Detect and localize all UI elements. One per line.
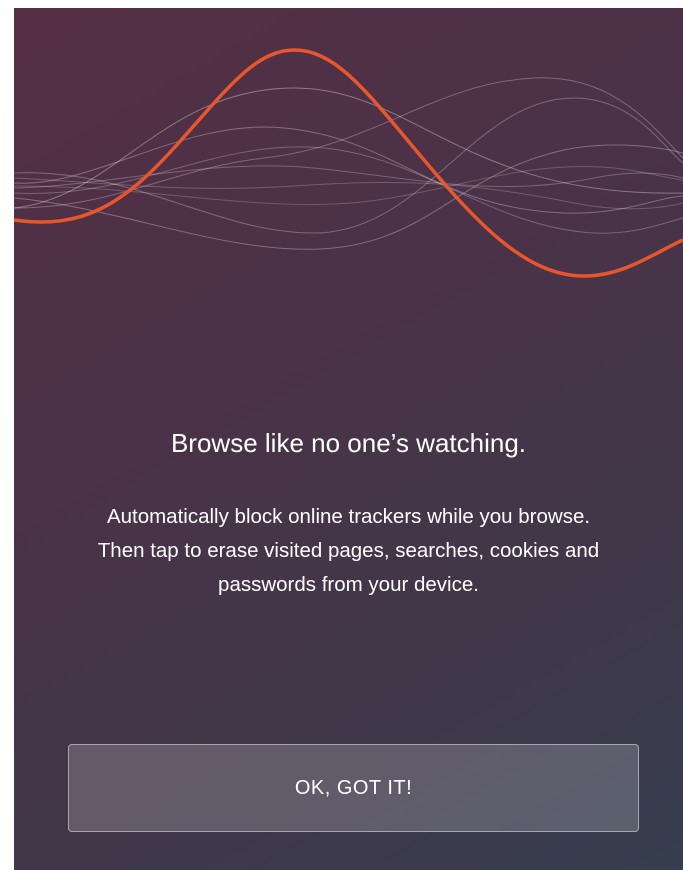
onboarding-screen: Browse like no one’s watching. Automatic… bbox=[14, 8, 683, 870]
background-waves bbox=[14, 77, 683, 250]
wave-line bbox=[14, 177, 683, 210]
onboarding-description: Automatically block online trackers whil… bbox=[97, 505, 600, 596]
wave-line bbox=[14, 77, 683, 209]
ok-got-it-button-label: OK, GOT IT! bbox=[294, 776, 413, 799]
ok-got-it-button[interactable]: OK, GOT IT! bbox=[68, 744, 639, 832]
sound-wave-illustration bbox=[14, 48, 683, 278]
onboarding-headline: Browse like no one’s watching. bbox=[170, 428, 527, 458]
wave-line bbox=[14, 144, 683, 250]
